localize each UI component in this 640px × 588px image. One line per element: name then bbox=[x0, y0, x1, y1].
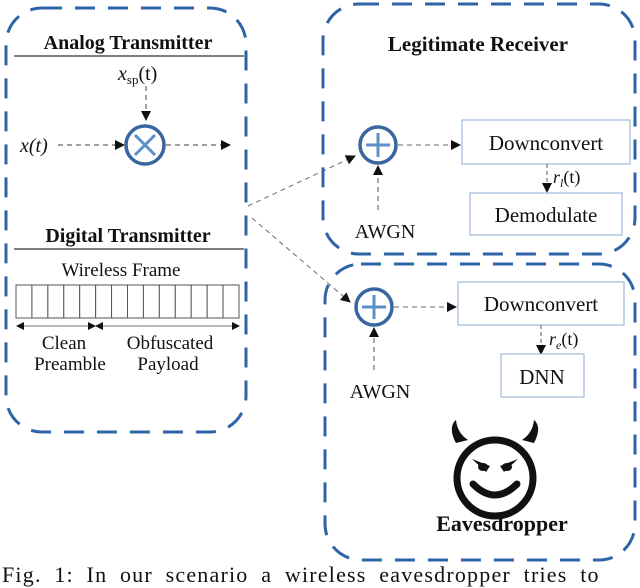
legitimate-downconvert-label: Downconvert bbox=[489, 131, 603, 155]
frame-cell bbox=[127, 284, 144, 319]
frame-cell bbox=[158, 284, 176, 319]
frame-cell bbox=[47, 284, 65, 319]
eavesdropper-dnn-label: DNN bbox=[519, 365, 565, 389]
frame-cell bbox=[222, 284, 240, 319]
preamble-label-line2: Preamble bbox=[34, 354, 106, 375]
frame-cell bbox=[206, 284, 224, 319]
mixer-icon bbox=[124, 124, 166, 166]
frame-cell bbox=[31, 284, 49, 319]
frame-cell bbox=[15, 284, 33, 319]
eavesdropper-downconvert-label: Downconvert bbox=[484, 292, 598, 316]
frame-cell bbox=[142, 284, 160, 319]
wireless-frame bbox=[15, 284, 240, 319]
spread-signal-label: xsp(t) bbox=[117, 63, 157, 87]
figure-caption: Fig. 1: In our scenario a wireless eaves… bbox=[2, 562, 600, 587]
frame-cell bbox=[63, 284, 81, 319]
eavesdropper-signal-label: re(t) bbox=[549, 329, 578, 352]
frame-cell bbox=[111, 284, 128, 319]
legitimate-demodulate-label: Demodulate bbox=[495, 203, 598, 227]
legitimate-awgn-label: AWGN bbox=[355, 221, 416, 243]
frame-cell bbox=[95, 284, 113, 319]
frame-cell bbox=[190, 284, 208, 319]
link-to-legitimate bbox=[247, 155, 356, 207]
digital-transmitter-title: Digital Transmitter bbox=[45, 225, 210, 247]
legitimate-adder-icon bbox=[358, 125, 398, 165]
devil-face-icon bbox=[451, 420, 539, 520]
system-diagram: Analog Transmitter xsp(t) x(t) Digital T… bbox=[4, 2, 637, 562]
legitimate-signal-label: rl(t) bbox=[553, 167, 580, 190]
analog-transmitter-title: Analog Transmitter bbox=[44, 32, 213, 54]
eavesdropper-adder-icon bbox=[354, 287, 394, 327]
link-to-eavesdropper bbox=[251, 217, 351, 303]
frame-cell bbox=[79, 284, 97, 319]
payload-label-line2: Payload bbox=[137, 354, 199, 375]
eavesdropper-awgn-label: AWGN bbox=[350, 381, 411, 403]
legitimate-receiver-title: Legitimate Receiver bbox=[388, 32, 568, 56]
preamble-label-line1: Clean bbox=[42, 333, 87, 354]
wireless-frame-label: Wireless Frame bbox=[61, 260, 180, 281]
payload-label-line1: Obfuscated bbox=[127, 333, 214, 354]
input-signal-label: x(t) bbox=[19, 135, 48, 157]
frame-cell bbox=[174, 284, 192, 319]
eavesdropper-title: Eavesdropper bbox=[436, 511, 568, 536]
